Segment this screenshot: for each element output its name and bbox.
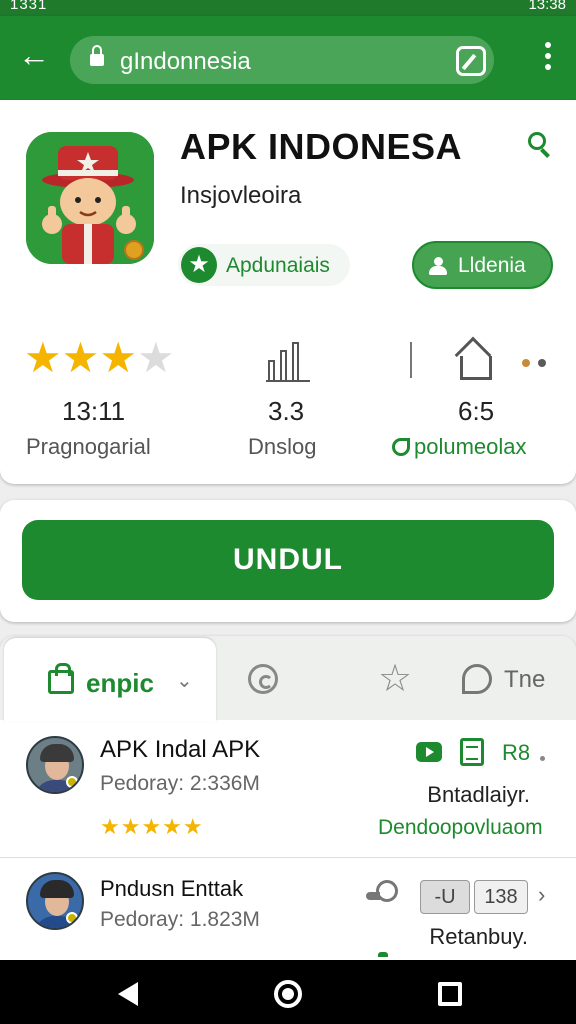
tab-last-label[interactable]: Tne <box>504 666 545 694</box>
more-dots-icon <box>522 354 554 372</box>
browser-toolbar: ← gIndonnesia <box>0 16 576 100</box>
avatar <box>26 872 84 930</box>
tab-active-label: enpic <box>86 668 154 698</box>
tab-chat-icon[interactable] <box>462 664 492 694</box>
list-item-right-text: Bntadlaiyr. <box>427 782 530 807</box>
star-filled-icon: ★ <box>99 334 137 381</box>
list-item-title: Pndusn Enttak <box>100 876 244 901</box>
category-badge[interactable]: ★ Apdunaiais <box>178 244 350 286</box>
install-button[interactable]: UNDUL <box>22 520 554 600</box>
app-stats: ★★★★ 13:11 Pragnogarial 3.3 Dnslog 6:5 p… <box>0 334 576 460</box>
chevron-down-icon: ⌄ <box>176 670 193 692</box>
status-left-text: 1331 <box>10 0 48 13</box>
update-button-label: Lldenia <box>458 254 526 277</box>
size-value: 6:5 <box>458 396 495 426</box>
list-item-tag: R8 <box>502 740 531 765</box>
green-marker <box>378 952 388 957</box>
rating-stars: ★★★★ <box>24 334 175 381</box>
home-icon <box>454 336 496 380</box>
play-icon[interactable] <box>416 742 442 762</box>
mascot-icon <box>26 132 154 264</box>
tab-bar: enpic ⌄ ☆ Tne <box>0 636 576 722</box>
star-badge-icon: ★ <box>181 247 217 283</box>
search-icon[interactable] <box>528 132 552 158</box>
document-icon[interactable] <box>460 738 484 766</box>
status-time: 13:38 <box>528 0 566 13</box>
app-icon <box>26 132 154 264</box>
nav-recents-icon[interactable] <box>438 982 462 1006</box>
content-panel: enpic ⌄ ☆ Tne APK Indal APK Pedoray: 2:3… <box>0 636 576 966</box>
downloads-label: Dnslog <box>248 434 317 459</box>
bag-icon <box>48 663 74 694</box>
list-item[interactable]: APK Indal APK Pedoray: 2:336M ★★★★★ R8 B… <box>0 730 576 858</box>
update-button[interactable]: Lldenia <box>412 241 553 289</box>
nav-home-icon[interactable] <box>274 980 302 1008</box>
back-arrow-icon[interactable]: ← <box>18 39 52 74</box>
edit-icon[interactable] <box>456 46 486 76</box>
list-item-right-text: Retanbuy. <box>429 924 528 949</box>
app-header-card: APK INDONESA Insjovleoira ★ Apdunaiais L… <box>0 100 576 484</box>
list-item-meta: Pedoray: 2:336M <box>100 772 260 795</box>
user-icon <box>428 257 448 275</box>
tab-active[interactable]: enpic ⌄ <box>4 638 216 722</box>
size-label: polumeolax <box>414 434 527 459</box>
leaf-icon <box>392 438 410 456</box>
list-item-link[interactable]: Dendoopovluaom <box>378 816 543 840</box>
star-empty-icon: ★ <box>136 334 175 381</box>
chip-count[interactable]: 138 <box>474 880 528 914</box>
list-item-stars: ★★★★★ <box>100 814 204 839</box>
bar-chart-icon <box>266 342 310 382</box>
chevron-right-icon[interactable]: › <box>538 882 545 908</box>
divider <box>410 342 412 378</box>
nav-back-icon[interactable] <box>118 982 138 1006</box>
url-text: gIndonnesia <box>120 48 251 75</box>
system-nav-bar <box>0 960 576 1024</box>
lock-icon <box>90 45 104 67</box>
rating-label: Pragnogarial <box>26 434 151 459</box>
overflow-menu-icon[interactable] <box>544 42 552 76</box>
list-item-title: APK Indal APK <box>100 736 261 763</box>
star-filled-icon: ★ <box>61 334 100 381</box>
address-bar[interactable]: gIndonnesia <box>70 36 494 84</box>
list-item-meta: Pedoray: 1.823M <box>100 908 260 931</box>
size-label-row: polumeolax <box>392 434 527 460</box>
app-subtitle: Insjovleoira <box>180 182 302 209</box>
tab-star-icon[interactable]: ☆ <box>378 656 412 701</box>
tab-refresh-icon[interactable] <box>248 664 278 694</box>
app-title: APK INDONESA <box>180 126 463 167</box>
list-item[interactable]: Pndusn Enttak Pedoray: 1.823M -U 138 › R… <box>0 866 576 966</box>
downloads-value: 3.3 <box>268 396 305 426</box>
chip-minus[interactable]: -U <box>420 880 470 914</box>
avatar <box>26 736 84 794</box>
install-card: UNDUL <box>0 500 576 622</box>
star-filled-icon: ★ <box>24 334 62 381</box>
more-icon[interactable] <box>540 748 549 766</box>
badge-label: Apdunaiais <box>226 254 330 277</box>
rating-value: 13:11 <box>62 396 126 426</box>
pin-icon[interactable] <box>366 880 400 904</box>
status-bar: 1331 13:38 <box>0 0 576 16</box>
